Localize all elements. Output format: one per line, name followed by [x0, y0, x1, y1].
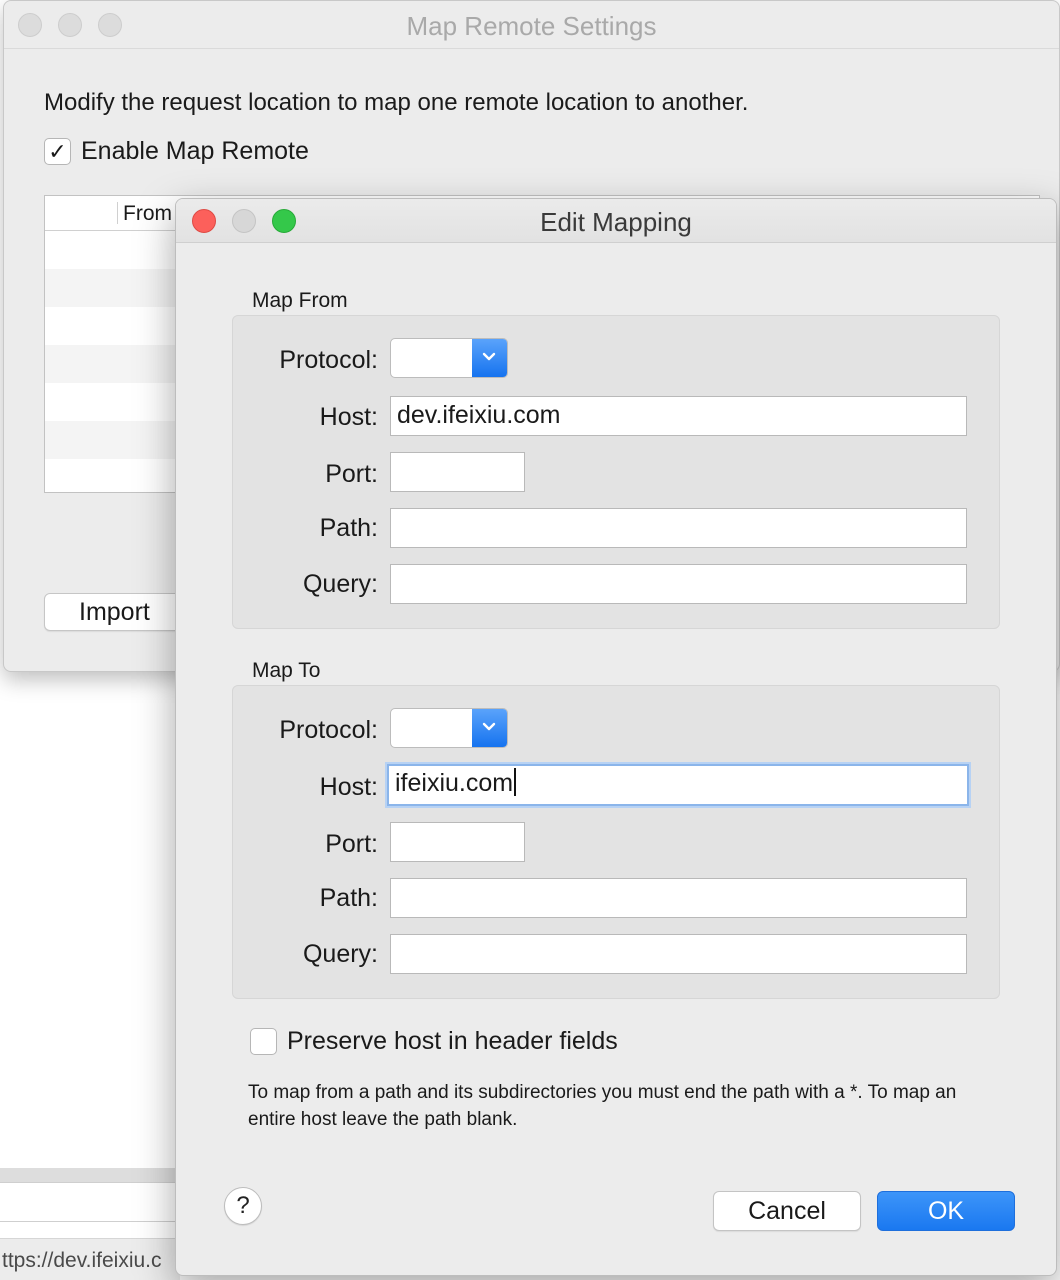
- checkmark-icon[interactable]: ✓: [44, 138, 71, 165]
- enable-map-remote-checkbox[interactable]: ✓ Enable Map Remote: [44, 137, 309, 166]
- query-label: Query:: [302, 570, 378, 598]
- protocol-select[interactable]: [390, 708, 508, 748]
- map-to-group: Protocol: Host: ifeixiu.com Port: Path: …: [232, 685, 1000, 999]
- path-label: Path:: [319, 884, 378, 912]
- query-input[interactable]: [390, 934, 967, 974]
- host-label: Host:: [319, 773, 378, 801]
- background-input[interactable]: [0, 1182, 180, 1222]
- enable-map-remote-label: Enable Map Remote: [81, 137, 309, 165]
- window-title: Map Remote Settings: [406, 11, 657, 41]
- import-button[interactable]: Import: [44, 593, 194, 631]
- edit-mapping-dialog: Edit Mapping Map From Protocol: Host: de…: [175, 198, 1057, 1276]
- cancel-button[interactable]: Cancel: [713, 1191, 861, 1231]
- chevron-down-icon[interactable]: [472, 709, 507, 747]
- protocol-select[interactable]: [390, 338, 508, 378]
- host-label: Host:: [319, 403, 378, 431]
- status-bar: ttps://dev.ifeixiu.c: [0, 1238, 180, 1280]
- map-from-title: Map From: [252, 289, 348, 312]
- path-label: Path:: [319, 514, 378, 542]
- path-input[interactable]: [390, 878, 967, 918]
- port-input[interactable]: [390, 822, 525, 862]
- query-label: Query:: [302, 940, 378, 968]
- map-from-group: Protocol: Host: dev.ifeixiu.com Port: Pa…: [232, 315, 1000, 629]
- preserve-host-checkbox[interactable]: Preserve host in header fields: [250, 1027, 618, 1056]
- chevron-down-icon[interactable]: [472, 339, 507, 377]
- dialog-title: Edit Mapping: [540, 207, 692, 237]
- port-input[interactable]: [390, 452, 525, 492]
- dialog-titlebar: Edit Mapping: [176, 199, 1056, 243]
- hint-text: To map from a path and its subdirectorie…: [248, 1082, 957, 1130]
- text-caret: [514, 768, 517, 796]
- host-value: ifeixiu.com: [395, 769, 514, 797]
- map-to-title: Map To: [252, 659, 321, 682]
- divider: [0, 1168, 180, 1182]
- host-input[interactable]: dev.ifeixiu.com: [390, 396, 967, 436]
- preserve-host-label: Preserve host in header fields: [287, 1027, 618, 1055]
- status-url: ttps://dev.ifeixiu.c: [2, 1249, 162, 1272]
- port-label: Port:: [325, 460, 378, 488]
- question-mark-icon[interactable]: ?: [224, 1187, 262, 1225]
- description-text: Modify the request location to map one r…: [44, 89, 749, 116]
- ok-button[interactable]: OK: [877, 1191, 1015, 1231]
- checkbox-box[interactable]: [250, 1028, 277, 1055]
- host-input-focused[interactable]: ifeixiu.com: [387, 764, 969, 806]
- protocol-label: Protocol:: [279, 346, 378, 374]
- port-label: Port:: [325, 830, 378, 858]
- column-header-from[interactable]: From: [123, 202, 172, 226]
- column-divider: [117, 202, 118, 224]
- path-input[interactable]: [390, 508, 967, 548]
- protocol-label: Protocol:: [279, 716, 378, 744]
- query-input[interactable]: [390, 564, 967, 604]
- window-titlebar: Map Remote Settings: [4, 1, 1059, 49]
